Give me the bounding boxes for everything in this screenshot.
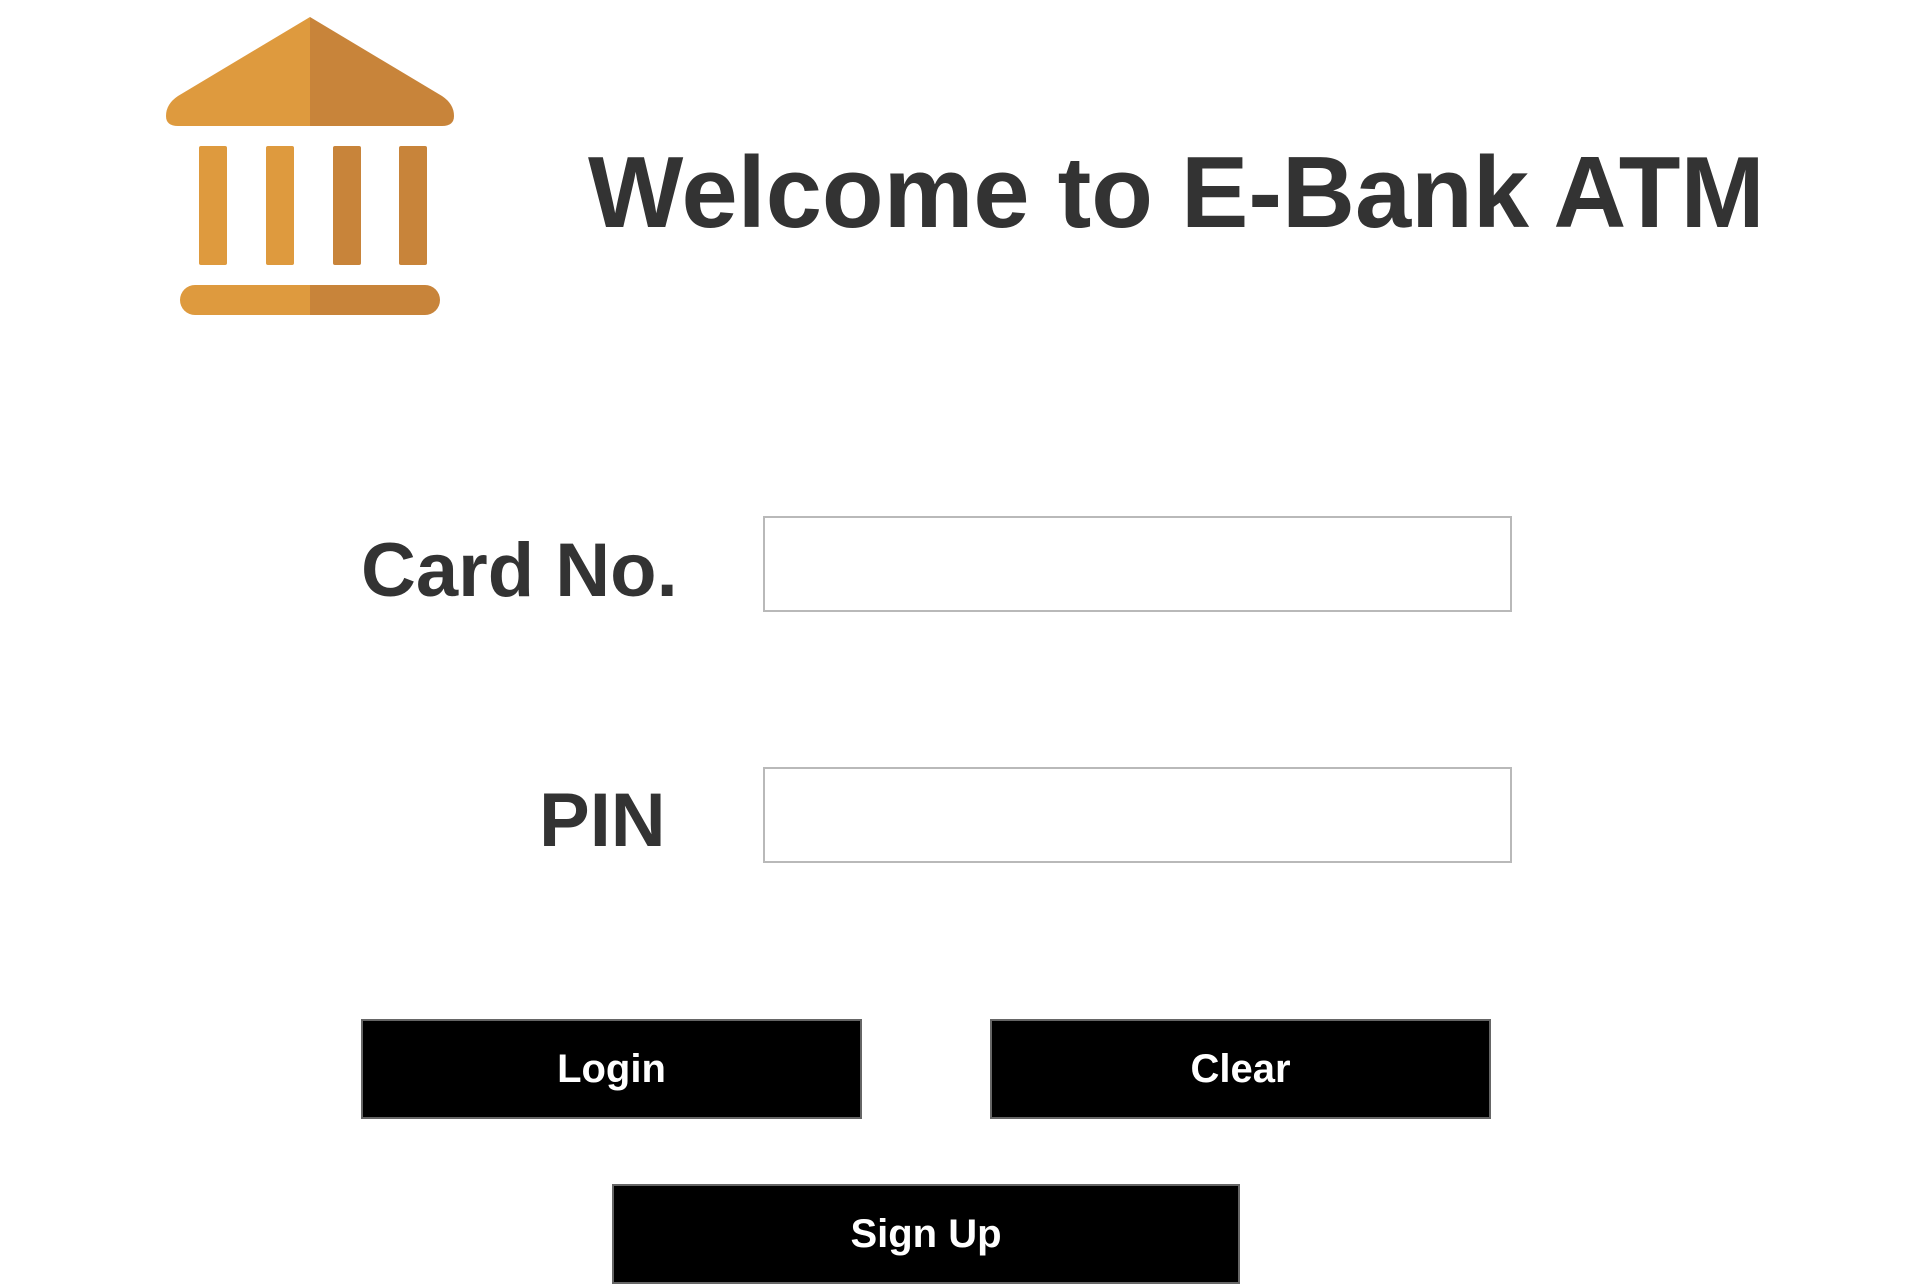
card-number-label: Card No. <box>361 528 678 613</box>
sign-up-button[interactable]: Sign Up <box>612 1184 1240 1284</box>
card-number-input[interactable] <box>763 516 1512 612</box>
clear-button[interactable]: Clear <box>990 1019 1491 1119</box>
pin-label: PIN <box>539 778 666 863</box>
bank-building-icon <box>92 12 530 384</box>
page-title: Welcome to E-Bank ATM <box>588 137 1765 249</box>
login-button[interactable]: Login <box>361 1019 862 1119</box>
pin-input[interactable] <box>763 767 1512 863</box>
